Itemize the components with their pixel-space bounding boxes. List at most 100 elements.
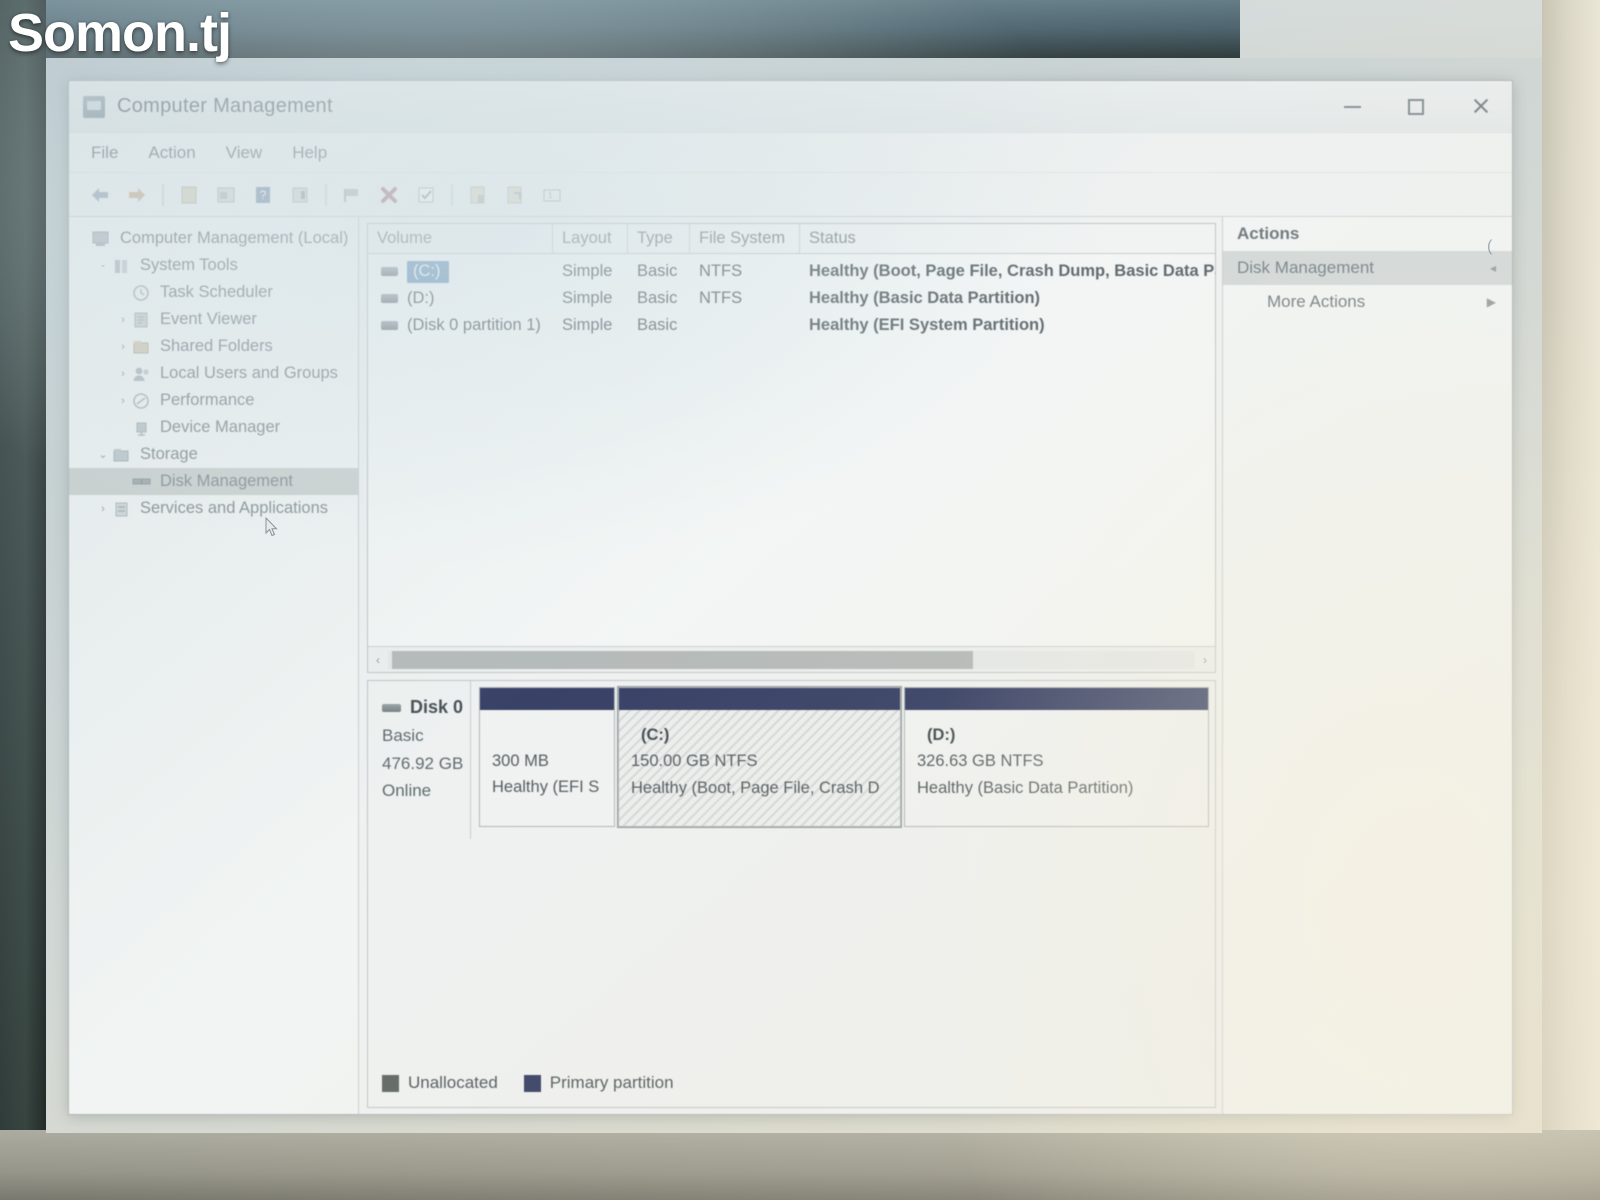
cell-layout: Simple: [562, 289, 613, 307]
tree-root-label: Computer Management (Local): [120, 229, 349, 247]
twisty-icon[interactable]: -: [95, 260, 111, 272]
twisty-icon[interactable]: ⌄: [95, 448, 111, 461]
partition-block-1[interactable]: 300 MB Healthy (EFI S: [479, 687, 615, 827]
column-header-layout[interactable]: Layout: [553, 224, 628, 253]
storage-icon: [111, 446, 133, 464]
cell-layout: Simple: [562, 316, 613, 334]
tree-item-device-manager[interactable]: Device Manager: [69, 414, 358, 441]
tree-item-shared-folders[interactable]: › Shared Folders: [69, 333, 358, 360]
legend-item: Primary partition: [523, 1073, 674, 1093]
partition-label: [492, 722, 614, 748]
screen-bezel-right: [1542, 0, 1600, 1200]
window-title: Computer Management: [117, 95, 333, 117]
volume-list-hscrollbar[interactable]: ‹ ›: [368, 646, 1215, 672]
rescan-disks-icon[interactable]: [498, 179, 532, 211]
actions-disk-management[interactable]: Disk Management ◂: [1223, 251, 1512, 285]
tree-item-performance[interactable]: › Performance: [69, 387, 358, 414]
scroll-right-arrow-icon[interactable]: ›: [1195, 653, 1215, 667]
partition-status: Healthy (Basic Data Partition): [917, 778, 1134, 797]
column-header-file-system[interactable]: File System: [690, 224, 800, 253]
partition-status: Healthy (Boot, Page File, Crash D: [631, 778, 880, 797]
flag-icon[interactable]: [335, 179, 369, 211]
partition-block-3[interactable]: (D:) 326.63 GB NTFS Healthy (Basic Data Pa…: [904, 687, 1209, 827]
cell-volume: (Disk 0 partition 1): [368, 316, 553, 335]
partition-color-bar: [619, 688, 900, 710]
help-icon[interactable]: ?: [246, 179, 280, 211]
scrollbar-thumb[interactable]: [392, 650, 974, 669]
tree-item-label: System Tools: [140, 256, 238, 274]
menu-action[interactable]: Action: [148, 143, 195, 163]
actions-more-actions[interactable]: More Actions ▶: [1223, 285, 1512, 319]
check-icon[interactable]: [409, 179, 443, 211]
delete-icon[interactable]: [372, 179, 406, 211]
back-arrow-icon[interactable]: [83, 179, 117, 211]
menu-help[interactable]: Help: [292, 143, 327, 163]
scroll-left-arrow-icon[interactable]: ‹: [368, 653, 388, 667]
cell-status: Healthy (Boot, Page File, Crash Dump, Ba…: [809, 262, 1215, 280]
performance-icon: [131, 392, 153, 410]
twisty-icon[interactable]: ›: [115, 395, 131, 407]
tree-root-computer-management[interactable]: Computer Management (Local): [69, 225, 358, 252]
tree-item-label: Local Users and Groups: [160, 364, 338, 382]
tree-item-local-users-and-groups[interactable]: › Local Users and Groups: [69, 360, 358, 387]
cell-status: Healthy (EFI System Partition): [809, 316, 1045, 334]
tree-item-services-and-applications[interactable]: › Services and Applications: [69, 495, 358, 522]
twisty-icon[interactable]: ›: [115, 314, 131, 326]
disk-management-content: Volume Layout Type File System Status (C…: [359, 217, 1222, 1114]
disk-name: Disk 0: [410, 697, 464, 717]
partition-info: 300 MB Healthy (EFI S: [480, 710, 614, 826]
maximize-button[interactable]: [1384, 81, 1448, 133]
cell-volume: (D:): [368, 289, 553, 308]
close-button[interactable]: [1448, 81, 1512, 133]
table-row[interactable]: (C:) Simple Basic NTFS Healthy (Boot, Page F…: [368, 258, 1215, 285]
console-icon[interactable]: 1: [535, 179, 569, 211]
column-header-type[interactable]: Type: [628, 224, 690, 253]
twisty-icon[interactable]: ›: [95, 503, 111, 515]
tree-item-storage[interactable]: ⌄ Storage: [69, 441, 358, 468]
cell-layout: Simple: [562, 262, 613, 280]
table-row[interactable]: (D:) Simple Basic NTFS Healthy (Basic Data P…: [368, 285, 1215, 312]
partition-size: 150.00 GB NTFS: [631, 752, 758, 771]
menu-file[interactable]: File: [91, 143, 118, 163]
forward-arrow-icon[interactable]: [120, 179, 154, 211]
legend-swatch: [523, 1074, 541, 1092]
menu-view[interactable]: View: [226, 143, 263, 163]
tree-item-event-viewer[interactable]: › Event Viewer: [69, 306, 358, 333]
column-header-status[interactable]: Status: [800, 224, 1215, 253]
tree-item-label: Performance: [160, 391, 255, 409]
up-folder-icon[interactable]: [172, 179, 206, 211]
toolbar-separator: [451, 183, 453, 206]
computer-management-window: Computer Management File Action View Hel…: [68, 80, 1513, 1115]
tree-item-task-scheduler[interactable]: Task Scheduler: [69, 279, 358, 306]
legend-swatch: [382, 1074, 399, 1092]
volume-rows: (C:) Simple Basic NTFS Healthy (Boot, Page F…: [368, 254, 1215, 646]
volume-disk-icon: [381, 267, 398, 276]
cell-file-system: NTFS: [699, 289, 743, 307]
twisty-icon[interactable]: ›: [115, 341, 131, 353]
partition-info: (C:) 150.00 GB NTFS Healthy (Boot, Page Fi…: [619, 710, 900, 826]
chevron-right-icon: ▶: [1486, 295, 1496, 309]
laptop-display: Computer Management File Action View Hel…: [46, 58, 1542, 1133]
disk-capacity: 476.92 GB: [382, 753, 464, 773]
minimize-button[interactable]: [1320, 81, 1384, 133]
svg-text:1: 1: [548, 191, 553, 200]
tree-item-label: Task Scheduler: [160, 283, 273, 301]
show-hide-console-tree-icon[interactable]: [283, 179, 317, 211]
tree-item-system-tools[interactable]: - System Tools: [69, 252, 358, 279]
new-volume-icon[interactable]: [461, 179, 495, 211]
disk-info[interactable]: Disk 0 Basic 476.92 GB Online: [368, 681, 471, 839]
menu-bar: File Action View Help: [69, 133, 1512, 173]
disk-state: Online: [382, 781, 432, 801]
volume-disk-icon: [381, 294, 398, 303]
toolbar-separator: [325, 183, 327, 206]
tree-item-disk-management[interactable]: Disk Management: [69, 468, 358, 495]
properties-icon[interactable]: [209, 179, 243, 211]
twisty-icon[interactable]: ›: [115, 368, 131, 380]
volume-list-panel: Volume Layout Type File System Status (C…: [367, 223, 1216, 673]
laptop-screen-photo: Computer Management File Action View Hel…: [0, 0, 1600, 1200]
partition-block-2[interactable]: (C:) 150.00 GB NTFS Healthy (Boot, Page Fi…: [617, 686, 902, 828]
window-body: Computer Management (Local) - System Tool…: [69, 217, 1512, 1114]
scrollbar-track[interactable]: [388, 650, 1195, 669]
table-row[interactable]: (Disk 0 partition 1) Simple Basic Healthy (…: [368, 312, 1215, 339]
column-header-volume[interactable]: Volume: [368, 224, 553, 253]
